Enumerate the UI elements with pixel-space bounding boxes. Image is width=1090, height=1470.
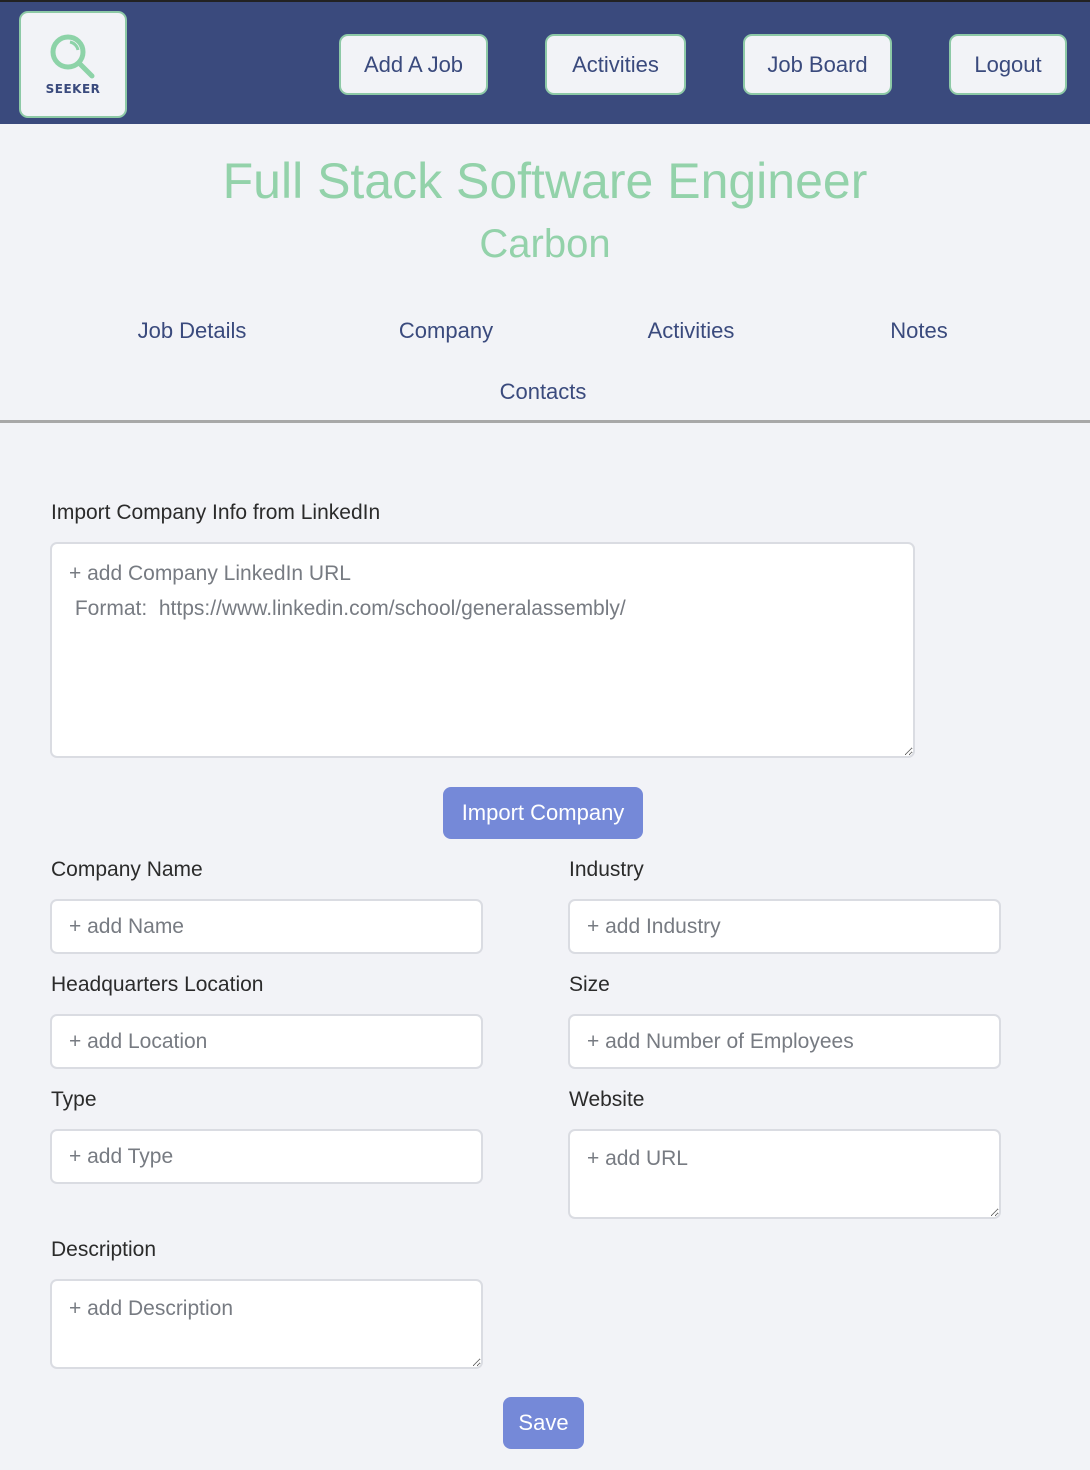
website-textarea[interactable] xyxy=(568,1129,1001,1219)
company-name-input[interactable] xyxy=(50,899,483,954)
seeker-logo[interactable]: SEEKER xyxy=(19,11,127,118)
magnifier-logo-icon xyxy=(50,34,95,78)
industry-label: Industry xyxy=(569,858,644,881)
linkedin-import-label: Import Company Info from LinkedIn xyxy=(51,501,381,524)
company-name-heading: Carbon xyxy=(479,222,611,266)
description-label: Description xyxy=(51,1238,157,1261)
tabs-divider xyxy=(0,420,1090,423)
hq-location-label: Headquarters Location xyxy=(51,973,264,996)
job-title: Full Stack Software Engineer xyxy=(222,153,868,209)
website-label: Website xyxy=(569,1088,645,1111)
logout-button[interactable]: Logout xyxy=(949,34,1067,95)
industry-input[interactable] xyxy=(568,899,1001,954)
import-company-button[interactable]: Import Company xyxy=(443,787,643,839)
logo-text: SEEKER xyxy=(45,81,101,96)
linkedin-url-textarea[interactable] xyxy=(50,542,915,758)
size-label: Size xyxy=(569,973,610,996)
tab-activities[interactable]: Activities xyxy=(648,318,735,344)
tab-company[interactable]: Company xyxy=(399,318,493,344)
tab-contacts[interactable]: Contacts xyxy=(500,379,587,405)
hq-location-input[interactable] xyxy=(50,1014,483,1069)
job-board-button[interactable]: Job Board xyxy=(743,34,892,95)
description-textarea[interactable] xyxy=(50,1279,483,1369)
tab-job-details[interactable]: Job Details xyxy=(138,318,247,344)
top-navbar: SEEKER Add A Job Activities Job Board Lo… xyxy=(0,0,1090,124)
save-button[interactable]: Save xyxy=(503,1397,584,1449)
company-name-label: Company Name xyxy=(51,858,203,881)
type-label: Type xyxy=(51,1088,97,1111)
add-a-job-button[interactable]: Add A Job xyxy=(339,34,488,95)
tab-notes[interactable]: Notes xyxy=(890,318,947,344)
type-input[interactable] xyxy=(50,1129,483,1184)
size-input[interactable] xyxy=(568,1014,1001,1069)
activities-nav-button[interactable]: Activities xyxy=(545,34,686,95)
